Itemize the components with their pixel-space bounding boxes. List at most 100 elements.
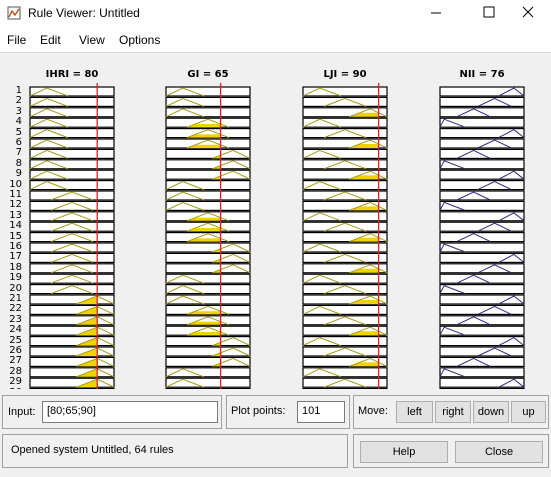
- rule-25-lji-box: [302, 336, 388, 347]
- rule-2-ihri-box: [29, 96, 115, 108]
- rule-9-gi-box: [165, 169, 251, 180]
- move-panel: Move: left right down up: [353, 395, 549, 429]
- close-button[interactable]: Close: [455, 441, 543, 463]
- rule-number: 29: [9, 376, 22, 388]
- rule-6-ihri-box: [29, 138, 115, 149]
- rule-1-gi-box: [165, 86, 251, 97]
- rule-1-nii-box: [439, 86, 525, 97]
- rule-19-gi-box: [165, 273, 251, 284]
- move-up-button[interactable]: up: [511, 401, 546, 423]
- rule-29-gi-box: [165, 377, 251, 388]
- rule-number: 18: [9, 261, 22, 273]
- rule-26-nii-box: [439, 346, 525, 357]
- move-down-button[interactable]: down: [473, 401, 509, 423]
- menu-file[interactable]: File: [7, 33, 26, 47]
- rule-number: 26: [9, 345, 22, 356]
- rule-plots: [29, 83, 525, 389]
- minimize-button[interactable]: [413, 0, 459, 28]
- rule-20-gi-box: [165, 284, 251, 295]
- rule-7-lji-box: [302, 148, 388, 160]
- rule-10-ihri-box: [29, 179, 115, 191]
- rule-number: 27: [9, 355, 22, 367]
- rule-9-ihri-box: [29, 169, 115, 180]
- matlab-app-icon: [7, 6, 21, 20]
- close-icon: [522, 6, 534, 18]
- help-button[interactable]: Help: [360, 441, 448, 463]
- rule-17-nii-box: [439, 252, 525, 263]
- rule-14-nii-box: [439, 221, 525, 232]
- rule-number: 30: [6, 387, 22, 389]
- rule-28-lji-box: [302, 367, 388, 378]
- rule-number: 10: [9, 178, 22, 190]
- rule-number: 8: [15, 157, 22, 169]
- rule-5-nii-box: [439, 127, 525, 139]
- rule-22-ihri-box: [29, 304, 115, 315]
- input-label: Input:: [8, 406, 36, 418]
- rule-number: 19: [9, 272, 22, 284]
- rule-28-gi-box: [165, 367, 251, 378]
- rule-number: 22: [9, 303, 22, 315]
- rule-13-lji-box: [302, 211, 388, 222]
- rule-10-lji-box: [302, 179, 388, 191]
- rule-1-lji-box: [302, 86, 388, 97]
- rule-4-lji-box: [302, 117, 388, 128]
- rule-22-lji-box: [302, 304, 388, 315]
- rule-28-ihri-box: [29, 367, 115, 378]
- rule-number: 21: [9, 293, 22, 304]
- plot-points-field[interactable]: 101: [297, 401, 345, 423]
- rule-25-ihri-box: [29, 336, 115, 347]
- move-right-button[interactable]: right: [435, 401, 471, 423]
- rule-26-gi-box: [165, 346, 251, 357]
- rule-number: 13: [9, 209, 22, 221]
- rule-6-nii-box: [439, 138, 525, 149]
- status-panel: Opened system Untitled, 64 rules: [2, 434, 348, 468]
- rule-10-gi-box: [165, 179, 251, 191]
- rule-number: 9: [15, 168, 22, 180]
- rule-16-lji-box: [302, 242, 388, 253]
- rule-number: 2: [15, 95, 22, 107]
- window-title: Rule Viewer: Untitled: [28, 6, 140, 20]
- rule-29-ihri-box: [29, 377, 115, 388]
- rule-2-gi-box: [165, 96, 251, 108]
- rule-23-ihri-box: [29, 315, 115, 326]
- rule-number: 15: [9, 230, 22, 242]
- close-window-button[interactable]: [505, 0, 551, 28]
- plot-points-label: Plot points:: [231, 405, 286, 417]
- rule-number: 16: [9, 241, 22, 252]
- rule-25-nii-box: [439, 336, 525, 347]
- rule-19-lji-box: [302, 273, 388, 284]
- minimize-icon: [431, 12, 441, 14]
- rule-number: 3: [15, 105, 22, 117]
- status-text: Opened system Untitled, 64 rules: [11, 444, 174, 456]
- rule-25-gi-box: [165, 336, 251, 347]
- rule-number: 4: [15, 116, 22, 128]
- action-panel: Help Close: [353, 434, 549, 468]
- rule-27-ihri-box: [29, 356, 115, 367]
- input-panel: Input: [80;65;90]: [2, 395, 222, 429]
- rule-17-gi-box: [165, 252, 251, 263]
- input-field[interactable]: [80;65;90]: [42, 401, 218, 423]
- rule-18-gi-box: [165, 263, 251, 274]
- rule-24-ihri-box: [29, 325, 115, 336]
- rule-4-ihri-box: [29, 117, 115, 128]
- menu-options[interactable]: Options: [119, 33, 160, 47]
- rule-16-gi-box: [165, 242, 251, 253]
- rule-7-ihri-box: [29, 148, 115, 160]
- rule-1-ihri-box: [29, 86, 115, 97]
- menu-edit[interactable]: Edit: [40, 33, 61, 47]
- rule-3-gi-box: [165, 107, 251, 118]
- move-label: Move:: [358, 405, 388, 417]
- title-bar: Rule Viewer: Untitled: [0, 0, 551, 28]
- rule-number: 25: [9, 334, 22, 346]
- menu-view[interactable]: View: [79, 33, 105, 47]
- rule-number: 17: [9, 251, 22, 263]
- rule-number: 12: [9, 199, 22, 211]
- rule-29-nii-box: [439, 377, 525, 388]
- move-left-button[interactable]: left: [396, 401, 433, 423]
- rule-12-gi-box: [165, 200, 251, 211]
- rule-plot-area: IHRI = 80 GI = 65 LJI = 90 NII = 76 1234…: [0, 53, 551, 389]
- rule-10-nii-box: [439, 179, 525, 191]
- rule-number: 14: [9, 220, 22, 232]
- rule-8-gi-box: [165, 159, 251, 170]
- rule-22-nii-box: [439, 304, 525, 315]
